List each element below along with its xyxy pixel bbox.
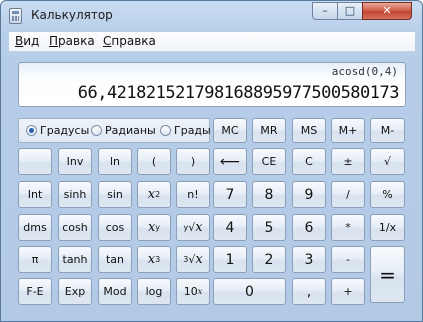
menu-edit[interactable]: Правка xyxy=(49,34,95,48)
sinh-button[interactable]: sinh xyxy=(58,181,92,208)
y-root-radicand: x xyxy=(195,220,203,235)
close-button[interactable]: ✕ xyxy=(362,2,412,20)
title-bar: Калькулятор – □ ✕ xyxy=(1,1,422,31)
fe-button[interactable]: F-E xyxy=(18,278,52,305)
square-base: x xyxy=(147,187,156,202)
m-plus-button[interactable]: M+ xyxy=(331,118,365,143)
square-exponent: 2 xyxy=(155,190,161,199)
ten-power-exponent: x xyxy=(197,287,203,296)
radio-radians-dot xyxy=(91,125,102,136)
close-paren-button[interactable]: ) xyxy=(176,148,210,175)
digit-9-button[interactable]: 9 xyxy=(292,181,326,208)
menu-edit-mnemonic: П xyxy=(49,34,59,48)
tanh-button[interactable]: tanh xyxy=(58,246,92,273)
decimal-button[interactable]: , xyxy=(292,278,326,305)
sin-button[interactable]: sin xyxy=(98,181,132,208)
digit-8-button[interactable]: 8 xyxy=(252,181,286,208)
cosh-button[interactable]: cosh xyxy=(58,214,92,241)
power-base: x xyxy=(147,220,156,235)
radio-radians[interactable]: Радианы xyxy=(91,124,156,138)
equals-button[interactable]: = xyxy=(370,246,405,303)
cube-root-radicand: x xyxy=(195,252,203,267)
int-button[interactable]: Int xyxy=(18,181,52,208)
calculator-app-icon xyxy=(9,8,22,24)
digit-1-button[interactable]: 1 xyxy=(213,246,247,273)
maximize-button[interactable]: □ xyxy=(337,2,363,20)
plus-button[interactable]: + xyxy=(331,278,365,305)
percent-button[interactable]: % xyxy=(370,181,405,208)
window-title: Калькулятор xyxy=(31,8,113,22)
cube-root-button[interactable]: 3 √ x xyxy=(176,246,210,273)
backspace-icon: ⟵ xyxy=(219,153,241,170)
radio-grads[interactable]: Грады xyxy=(160,124,211,138)
cube-button[interactable]: x3 xyxy=(137,246,171,273)
factorial-button[interactable]: n! xyxy=(176,181,210,208)
menu-bar: Вид Правка Справка xyxy=(9,32,415,52)
ms-button[interactable]: MS xyxy=(292,118,326,143)
menu-edit-label: равка xyxy=(58,34,95,48)
cube-exponent: 3 xyxy=(155,255,161,264)
mc-button[interactable]: MC xyxy=(213,118,247,143)
menu-view[interactable]: Вид xyxy=(15,34,39,48)
calculator-window: Калькулятор – □ ✕ Вид Правка Справка aco… xyxy=(0,0,423,322)
open-paren-button[interactable]: ( xyxy=(137,148,171,175)
inv-button[interactable]: Inv xyxy=(58,148,92,175)
digit-5-button[interactable]: 5 xyxy=(252,214,286,241)
minimize-button[interactable]: – xyxy=(312,2,338,20)
menu-view-label: ид xyxy=(23,34,40,48)
backspace-button[interactable]: ⟵ xyxy=(213,148,247,175)
radio-degrees[interactable]: Градусы xyxy=(26,124,89,138)
log-button[interactable]: log xyxy=(137,278,171,305)
divide-button[interactable]: / xyxy=(331,181,365,208)
ln-button[interactable]: ln xyxy=(98,148,132,175)
radio-degrees-label: Градусы xyxy=(40,124,90,137)
ten-power-base: 10 xyxy=(183,285,198,298)
digit-0-button[interactable]: 0 xyxy=(213,278,286,305)
multiply-button[interactable]: * xyxy=(331,214,365,241)
radio-radians-label: Радианы xyxy=(105,124,156,137)
reciprocal-button[interactable]: 1/x xyxy=(370,214,405,241)
mr-button[interactable]: MR xyxy=(252,118,286,143)
expression-text: acosd(0,4) xyxy=(331,65,398,78)
sqrt-button[interactable]: √ xyxy=(370,148,405,175)
cube-root-icon: √ xyxy=(188,253,196,266)
exp-button[interactable]: Exp xyxy=(58,278,92,305)
c-button[interactable]: C xyxy=(292,148,326,175)
mod-button[interactable]: Mod xyxy=(98,278,132,305)
root-icon: √ xyxy=(188,221,196,234)
plus-minus-button[interactable]: ± xyxy=(331,148,365,175)
blank-button xyxy=(18,148,52,175)
cube-base: x xyxy=(147,252,156,267)
power-button[interactable]: xy xyxy=(137,214,171,241)
radio-grads-label: Грады xyxy=(174,124,211,137)
pi-button[interactable]: π xyxy=(18,246,52,273)
ten-power-x-button[interactable]: 10 x xyxy=(176,278,210,305)
square-button[interactable]: x2 xyxy=(137,181,171,208)
digit-6-button[interactable]: 6 xyxy=(292,214,326,241)
minus-button[interactable]: - xyxy=(331,246,365,273)
dms-button[interactable]: dms xyxy=(18,214,52,241)
menu-help-label: правка xyxy=(111,34,156,48)
y-root-button[interactable]: y √ x xyxy=(176,214,210,241)
radio-degrees-dot xyxy=(26,125,37,136)
menu-help[interactable]: Справка xyxy=(103,34,156,48)
result-value: 66,421821521798168895977500580173 xyxy=(77,83,400,103)
m-minus-button[interactable]: M- xyxy=(370,118,405,143)
ce-button[interactable]: CE xyxy=(252,148,286,175)
digit-2-button[interactable]: 2 xyxy=(252,246,286,273)
digit-3-button[interactable]: 3 xyxy=(292,246,326,273)
angle-mode-group: Градусы Радианы Грады xyxy=(18,118,211,143)
radio-grads-dot xyxy=(160,125,171,136)
digit-4-button[interactable]: 4 xyxy=(213,214,247,241)
power-exponent: y xyxy=(155,223,161,232)
tan-button[interactable]: tan xyxy=(98,246,132,273)
menu-view-mnemonic: В xyxy=(15,34,24,48)
cos-button[interactable]: cos xyxy=(98,214,132,241)
calculator-display: acosd(0,4) 66,42182152179816889597750058… xyxy=(18,62,406,107)
digit-7-button[interactable]: 7 xyxy=(213,181,247,208)
